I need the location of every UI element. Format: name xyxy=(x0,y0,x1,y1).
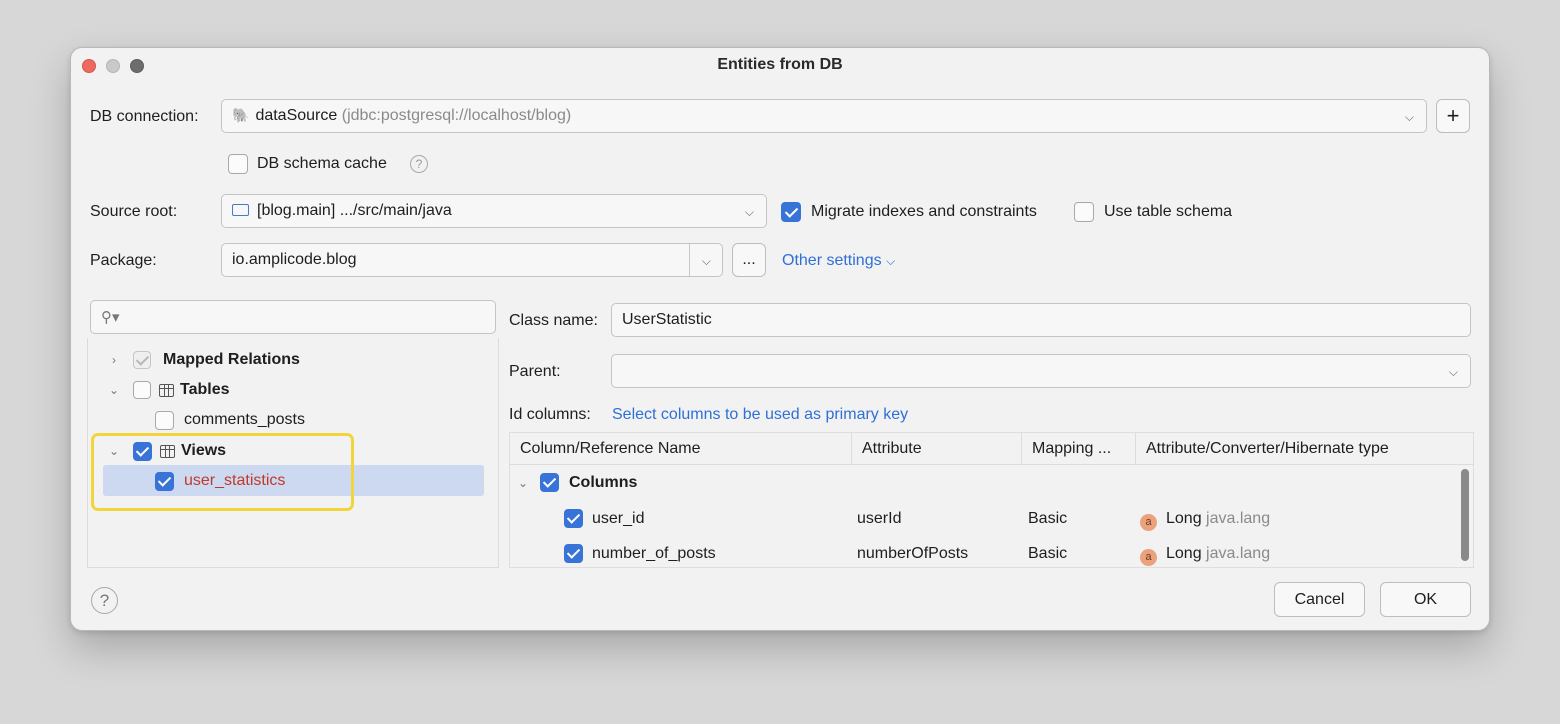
cell-mapping[interactable]: Basic xyxy=(1028,545,1067,563)
other-settings-label: Other settings xyxy=(782,252,882,269)
source-root-select[interactable]: [blog.main] .../src/main/java ⌵ xyxy=(221,194,767,228)
tree-item-tables[interactable]: ⌄ Tables xyxy=(107,375,230,405)
search-icon: ⚲▾ xyxy=(101,309,120,326)
type-name: Long xyxy=(1166,545,1202,562)
cell-column-name: number_of_posts xyxy=(592,545,716,562)
cell-column-name: user_id xyxy=(592,510,645,527)
db-connection-label: DB connection: xyxy=(90,108,199,125)
table-icon xyxy=(159,383,174,397)
migrate-indexes-checkbox[interactable] xyxy=(781,202,801,222)
tree-item-comments-posts[interactable]: comments_posts xyxy=(155,405,305,435)
package-input[interactable]: io.amplicode.blog ⌵ xyxy=(221,243,723,277)
chevron-down-icon: ⌵ xyxy=(886,254,896,268)
mapped-relations-checkbox[interactable] xyxy=(133,351,151,369)
table-scrollbar[interactable] xyxy=(1461,469,1469,561)
cell-mapping[interactable]: Basic xyxy=(1028,510,1067,528)
cell-type[interactable]: a Long java.lang xyxy=(1140,545,1270,566)
chevron-right-icon[interactable]: › xyxy=(107,353,121,367)
use-table-schema-label: Use table schema xyxy=(1104,203,1233,220)
window-title: Entities from DB xyxy=(717,56,843,73)
type-name: Long xyxy=(1166,510,1202,527)
tables-label: Tables xyxy=(180,381,230,398)
divider xyxy=(689,244,690,276)
chevron-down-icon[interactable]: ⌄ xyxy=(516,476,530,490)
ok-button[interactable]: OK xyxy=(1380,582,1471,617)
schema-cache-checkbox[interactable] xyxy=(228,154,248,174)
schema-cache-label: DB schema cache xyxy=(257,155,387,172)
tables-checkbox[interactable] xyxy=(133,381,151,399)
header-attribute[interactable]: Attribute xyxy=(852,433,1022,465)
header-type[interactable]: Attribute/Converter/Hibernate type xyxy=(1136,433,1474,465)
class-name-value: UserStatistic xyxy=(622,311,712,328)
other-settings-link[interactable]: Other settings ⌵ xyxy=(782,252,895,270)
package-label: Package: xyxy=(90,252,157,269)
tree-search-input[interactable]: ⚲▾ xyxy=(90,300,496,334)
id-columns-label: Id columns: xyxy=(509,406,591,423)
db-connection-name: dataSource xyxy=(255,107,338,124)
cell-attribute[interactable]: userId xyxy=(857,510,901,528)
source-root-label: Source root: xyxy=(90,203,178,220)
mapped-relations-label: Mapped Relations xyxy=(163,351,300,368)
columns-group-row[interactable]: ⌄ Columns xyxy=(516,473,637,492)
cell-type[interactable]: a Long java.lang xyxy=(1140,510,1270,531)
package-value: io.amplicode.blog xyxy=(232,251,357,268)
header-mapping[interactable]: Mapping ... xyxy=(1022,433,1136,465)
db-connection-select[interactable]: 🐘 dataSource (jdbc:postgresql://localhost… xyxy=(221,99,1427,133)
chevron-down-icon: ⌵ xyxy=(1404,110,1414,124)
callout-highlight xyxy=(91,433,354,511)
help-icon[interactable]: ? xyxy=(410,155,428,173)
browse-package-button[interactable]: ... xyxy=(732,243,766,277)
header-column-name[interactable]: Column/Reference Name xyxy=(510,433,852,465)
row-checkbox[interactable] xyxy=(564,509,583,528)
class-name-input[interactable]: UserStatistic xyxy=(611,303,1471,337)
cancel-button[interactable]: Cancel xyxy=(1274,582,1365,617)
chevron-down-icon[interactable]: ⌄ xyxy=(107,383,121,397)
help-button[interactable]: ? xyxy=(91,587,118,614)
chevron-down-icon[interactable]: ⌵ xyxy=(702,254,711,269)
columns-table: Column/Reference Name Attribute Mapping … xyxy=(509,432,1474,568)
migrate-indexes-label: Migrate indexes and constraints xyxy=(811,203,1037,220)
comments-posts-label: comments_posts xyxy=(184,411,305,428)
chevron-down-icon: ⌵ xyxy=(1448,365,1458,379)
columns-group-label: Columns xyxy=(569,473,638,491)
parent-select[interactable]: ⌵ xyxy=(611,354,1471,388)
tree-item-mapped-relations[interactable]: › Mapped Relations xyxy=(107,345,300,375)
attribute-icon: a xyxy=(1140,549,1157,566)
chevron-down-icon: ⌵ xyxy=(744,205,754,219)
attribute-icon: a xyxy=(1140,514,1157,531)
type-package: java.lang xyxy=(1206,510,1271,527)
db-connection-url: (jdbc:postgresql://localhost/blog) xyxy=(341,107,572,124)
folder-icon xyxy=(232,204,249,216)
class-name-label: Class name: xyxy=(509,312,598,329)
type-package: java.lang xyxy=(1206,545,1271,562)
select-primary-key-link[interactable]: Select columns to be used as primary key xyxy=(612,406,908,424)
columns-group-checkbox[interactable] xyxy=(540,473,559,492)
parent-label: Parent: xyxy=(509,363,561,380)
row-checkbox[interactable] xyxy=(564,544,583,563)
cell-attribute[interactable]: numberOfPosts xyxy=(857,545,968,563)
use-table-schema-checkbox[interactable] xyxy=(1074,202,1094,222)
source-root-value: [blog.main] .../src/main/java xyxy=(257,202,452,219)
add-connection-button[interactable]: + xyxy=(1436,99,1470,133)
postgres-icon: 🐘 xyxy=(232,107,250,123)
entities-from-db-dialog: Entities from DB DB connection: 🐘 dataSou… xyxy=(70,47,1490,631)
comments-posts-checkbox[interactable] xyxy=(155,410,174,430)
